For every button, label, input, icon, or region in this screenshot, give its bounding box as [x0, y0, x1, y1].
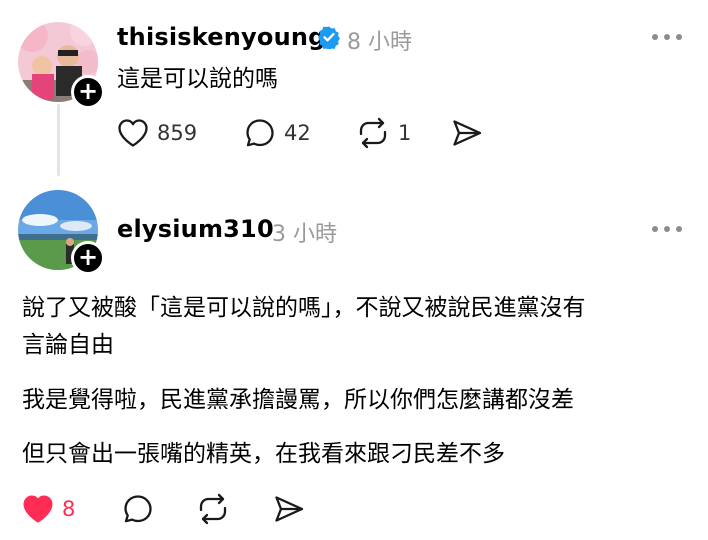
timestamp: 8 小時 [347, 30, 412, 55]
share-icon [453, 120, 482, 146]
more-icon[interactable] [652, 33, 682, 41]
share-button[interactable] [273, 492, 305, 526]
like-button[interactable]: 859 [117, 116, 197, 150]
follow-button[interactable]: + [71, 75, 105, 109]
repost-icon [359, 117, 387, 149]
repost-count: 1 [398, 121, 412, 145]
follow-button[interactable]: + [71, 241, 105, 275]
repost-icon [199, 493, 227, 525]
timestamp: 3 小時 [272, 222, 337, 247]
comment-count: 42 [284, 121, 311, 145]
plus-icon: + [77, 243, 99, 271]
post-text-line: 說了又被酸「這是可以說的嗎」，不說又被說民進黨沒有 [22, 295, 586, 321]
heart-icon [23, 495, 53, 523]
post-text-line: 言論自由 [22, 332, 114, 358]
post-text-line: 我是覺得啦，民進黨承擔謾罵，所以你們怎麼講都沒差 [22, 387, 574, 413]
comment-icon [246, 119, 274, 147]
thread-line [57, 104, 60, 176]
post-text-line: 但只會出一張嘴的精英，在我看來跟刁民差不多 [22, 441, 505, 467]
like-button[interactable]: 8 [22, 492, 75, 526]
share-icon [275, 496, 304, 522]
comment-icon [124, 495, 152, 523]
username[interactable]: thisiskenyoung [117, 23, 326, 51]
plus-icon: + [77, 77, 99, 105]
heart-icon [118, 119, 148, 147]
comment-button[interactable] [122, 492, 154, 526]
share-button[interactable] [451, 116, 483, 150]
like-count: 859 [157, 121, 198, 145]
repost-button[interactable]: 1 [356, 116, 411, 150]
repost-button[interactable] [196, 492, 230, 526]
post-text-line: 這是可以說的嗎 [117, 66, 278, 92]
verified-icon [317, 25, 341, 51]
username[interactable]: elysium310 [117, 215, 274, 243]
comment-button[interactable]: 42 [244, 116, 311, 150]
like-count: 8 [62, 497, 76, 521]
more-icon[interactable] [652, 225, 682, 233]
